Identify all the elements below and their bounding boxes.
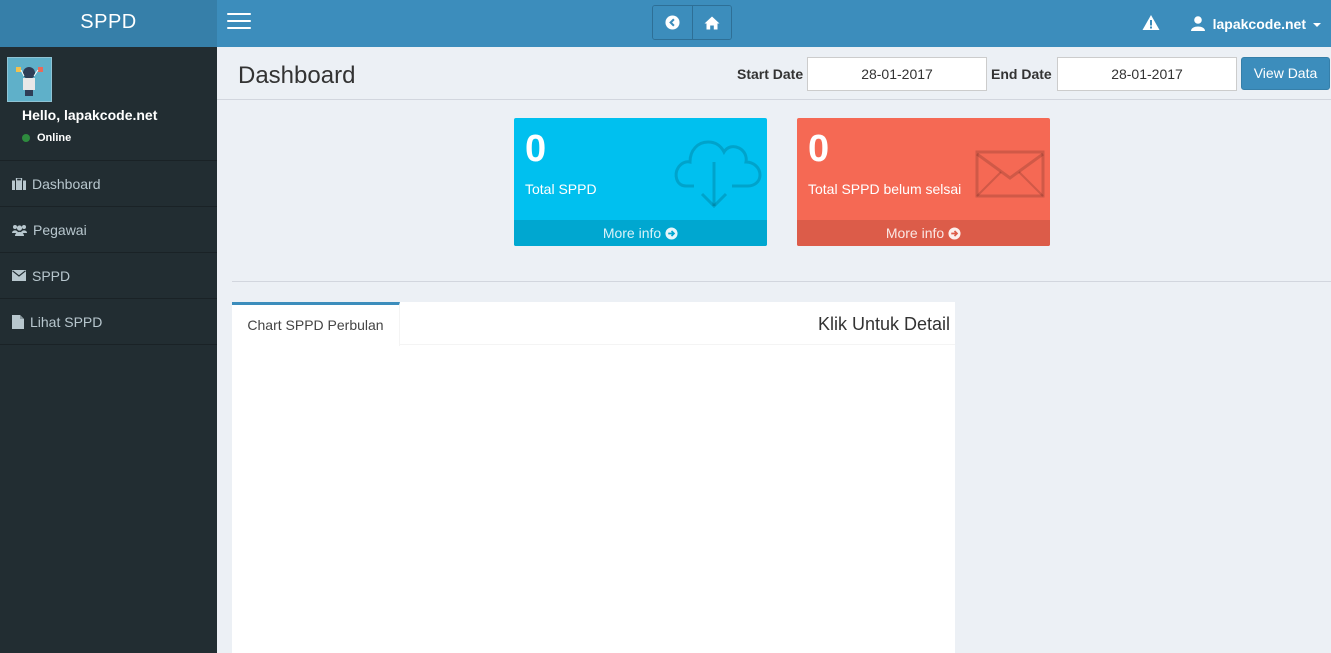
divider [232, 281, 1331, 282]
sidebar-item-dashboard[interactable]: Dashboard [0, 161, 217, 207]
top-navbar: lapakcode.net [217, 0, 1331, 47]
avatar [7, 57, 52, 102]
content-header: Dashboard Start Date 28-01-2017 End Date… [217, 47, 1331, 100]
page-title: Dashboard [238, 62, 356, 89]
start-date-input[interactable]: 28-01-2017 [807, 57, 987, 91]
total-sppd-box: 0 Total SPPD More info [514, 118, 767, 246]
sidebar-item-label: Lihat SPPD [30, 313, 103, 330]
tab-chart-sppd-perbulan[interactable]: Chart SPPD Perbulan [232, 302, 400, 346]
nav-button-group [652, 5, 732, 40]
envelope-icon [12, 270, 26, 281]
sidebar-item-lihat-sppd[interactable]: Lihat SPPD [0, 299, 217, 345]
back-button[interactable] [653, 6, 692, 39]
user-panel: Hello, lapakcode.net Online [0, 47, 217, 160]
arrow-circle-right-icon [948, 226, 961, 240]
chart-tabs: Chart SPPD Perbulan Klik Untuk Detail [232, 302, 955, 346]
user-menu[interactable]: lapakcode.net [1190, 0, 1321, 47]
chart-area[interactable] [232, 345, 955, 653]
home-icon [704, 16, 720, 29]
end-date-label: End Date [991, 66, 1052, 82]
chart-panel: Chart SPPD Perbulan Klik Untuk Detail [232, 302, 955, 653]
view-data-button[interactable]: View Data [1241, 57, 1330, 90]
total-sppd-more-info-link[interactable]: More info [514, 220, 767, 246]
total-belum-selesai-label: Total SPPD belum selsai [808, 181, 962, 197]
total-belum-selesai-value: 0 [808, 128, 830, 170]
more-info-label: More info [602, 225, 662, 241]
user-greeting: Hello, lapakcode.net [22, 107, 158, 123]
end-date-input[interactable]: 28-01-2017 [1057, 57, 1237, 91]
arrow-circle-left-icon [665, 15, 680, 30]
sidebar-item-label: Dashboard [32, 175, 101, 192]
total-sppd-value: 0 [525, 128, 547, 170]
caret-down-icon [1313, 22, 1321, 27]
more-info-label: More info [885, 225, 945, 241]
sidebar-toggle-icon[interactable] [227, 13, 251, 33]
total-belum-selesai-more-info-link[interactable]: More info [797, 220, 1050, 246]
sidebar-item-label: SPPD [32, 267, 71, 284]
sidebar-item-sppd[interactable]: SPPD [0, 253, 217, 299]
status-text: Online [37, 132, 72, 144]
home-button[interactable] [692, 6, 731, 39]
user-name: lapakcode.net [1212, 15, 1306, 32]
total-sppd-belum-selesai-box: 0 Total SPPD belum selsai More info [797, 118, 1050, 246]
briefcase-icon [12, 177, 26, 190]
user-icon [1190, 16, 1205, 31]
sidebar-item-pegawai[interactable]: Pegawai [0, 207, 217, 253]
online-dot-icon [22, 134, 30, 142]
start-date-label: Start Date [737, 66, 804, 82]
sidebar-item-label: Pegawai [33, 221, 87, 238]
envelope-icon [975, 150, 1045, 198]
file-icon [12, 314, 24, 329]
sidebar-menu: Dashboard Pegawai SPPD Lihat SPPD [0, 160, 217, 345]
chart-panel-header: Klik Untuk Detail [817, 314, 950, 334]
users-icon [12, 224, 27, 236]
status-badge: Online [22, 132, 71, 144]
app-logo[interactable]: SPPD [0, 0, 217, 47]
sidebar: Hello, lapakcode.net Online Dashboard Pe… [0, 47, 217, 653]
cloud-download-icon [674, 140, 762, 209]
warning-icon[interactable] [1141, 13, 1161, 33]
arrow-circle-right-icon [665, 226, 678, 240]
total-sppd-label: Total SPPD [525, 181, 597, 197]
